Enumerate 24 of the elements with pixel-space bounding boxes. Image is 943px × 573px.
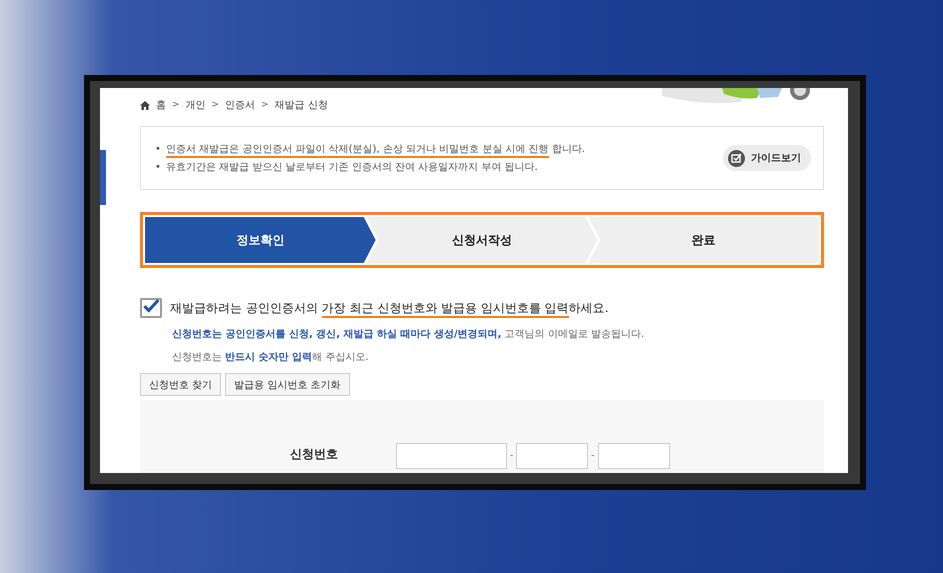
breadcrumb-separator: >: [261, 100, 269, 110]
breadcrumb-link[interactable]: 인증서: [225, 98, 256, 112]
instruction-text: 신청번호는 반드시 숫자만 입력해 주십시오.: [172, 351, 370, 364]
checkbox[interactable]: [140, 298, 162, 318]
input-field[interactable]: [396, 443, 507, 469]
guide-button[interactable]: 가이드보기: [723, 145, 811, 171]
separator-text: -: [509, 451, 514, 461]
input-field[interactable]: [516, 443, 588, 469]
home-icon[interactable]: [140, 100, 150, 110]
action-button[interactable]: 신청번호 찾기: [140, 373, 222, 396]
breadcrumb-separator: >: [172, 100, 180, 110]
checklist-icon: [728, 150, 745, 166]
breadcrumb-link[interactable]: 개인: [186, 98, 206, 112]
breadcrumb-link[interactable]: 재발급 신청: [274, 98, 328, 112]
input-field[interactable]: [598, 443, 670, 469]
instruction-text: 신청번호는 공인인증서를 신청, 갱신, 재발급 하실 때마다 생성/변경되며, 고객님의 이메일로 발송됩니다.: [172, 328, 646, 341]
separator-text: -: [590, 451, 596, 461]
notice-text: • 인증서 재발급은 공인인증서 파일이 삭제(분실), 손상 되거나 비밀번호 분실 시에 진행 합니다.: [155, 142, 586, 156]
notice-text: • 유효기간은 재발급 받으신 날로부터 기존 인증서의 잔여 사용일자까지 부여 됩니다.: [155, 161, 539, 174]
field-label: 신청번호: [290, 446, 339, 463]
breadcrumb-separator: >: [212, 100, 220, 110]
breadcrumb-link[interactable]: 홈: [156, 98, 166, 112]
action-button[interactable]: 발급용 임시번호 초기화: [225, 373, 350, 396]
instruction-text: 재발급하려는 공인인증서의 가장 최근 신청번호와 발급용 임시번호를 입력하세요.: [170, 300, 609, 316]
